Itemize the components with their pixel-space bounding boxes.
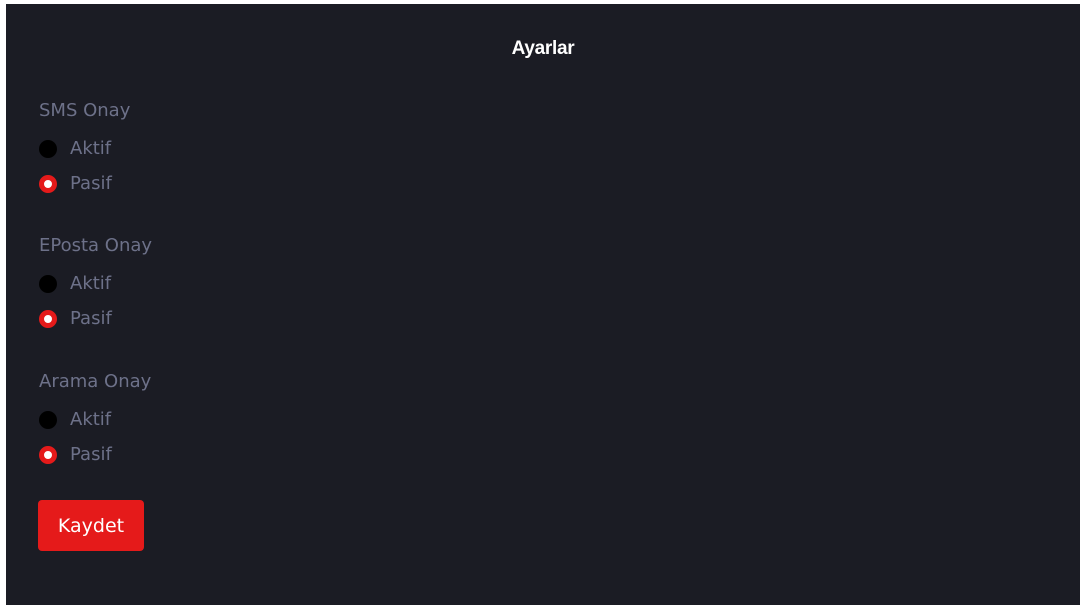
call-passive-label: Pasif [70, 444, 112, 465]
settings-panel: Ayarlar SMS Onay Aktif Pasif EPosta Onay… [6, 4, 1080, 605]
sms-approval-group: SMS Onay Aktif Pasif [39, 100, 130, 209]
sms-approval-label: SMS Onay [39, 100, 131, 121]
sms-passive-option[interactable]: Pasif [39, 174, 130, 194]
sms-active-label: Aktif [70, 138, 112, 159]
email-approval-label: EPosta Onay [39, 235, 153, 256]
call-active-radio[interactable] [39, 411, 57, 429]
sms-passive-label: Pasif [70, 173, 112, 194]
sms-active-option[interactable]: Aktif [39, 139, 130, 159]
save-button[interactable]: Kaydet [38, 500, 144, 551]
call-approval-label: Arama Onay [39, 371, 152, 392]
page-title: Ayarlar [511, 38, 575, 59]
email-passive-radio[interactable] [39, 310, 57, 328]
call-passive-radio[interactable] [39, 446, 57, 464]
sms-active-radio[interactable] [39, 140, 57, 158]
call-passive-option[interactable]: Pasif [39, 445, 151, 465]
call-active-label: Aktif [70, 409, 112, 430]
email-active-label: Aktif [70, 273, 112, 294]
email-active-radio[interactable] [39, 275, 57, 293]
sms-passive-radio[interactable] [39, 175, 57, 193]
email-passive-option[interactable]: Pasif [39, 309, 152, 329]
email-approval-group: EPosta Onay Aktif Pasif [39, 235, 152, 344]
call-active-option[interactable]: Aktif [39, 410, 151, 430]
call-approval-group: Arama Onay Aktif Pasif [39, 371, 151, 480]
email-passive-label: Pasif [70, 308, 112, 329]
email-active-option[interactable]: Aktif [39, 274, 152, 294]
